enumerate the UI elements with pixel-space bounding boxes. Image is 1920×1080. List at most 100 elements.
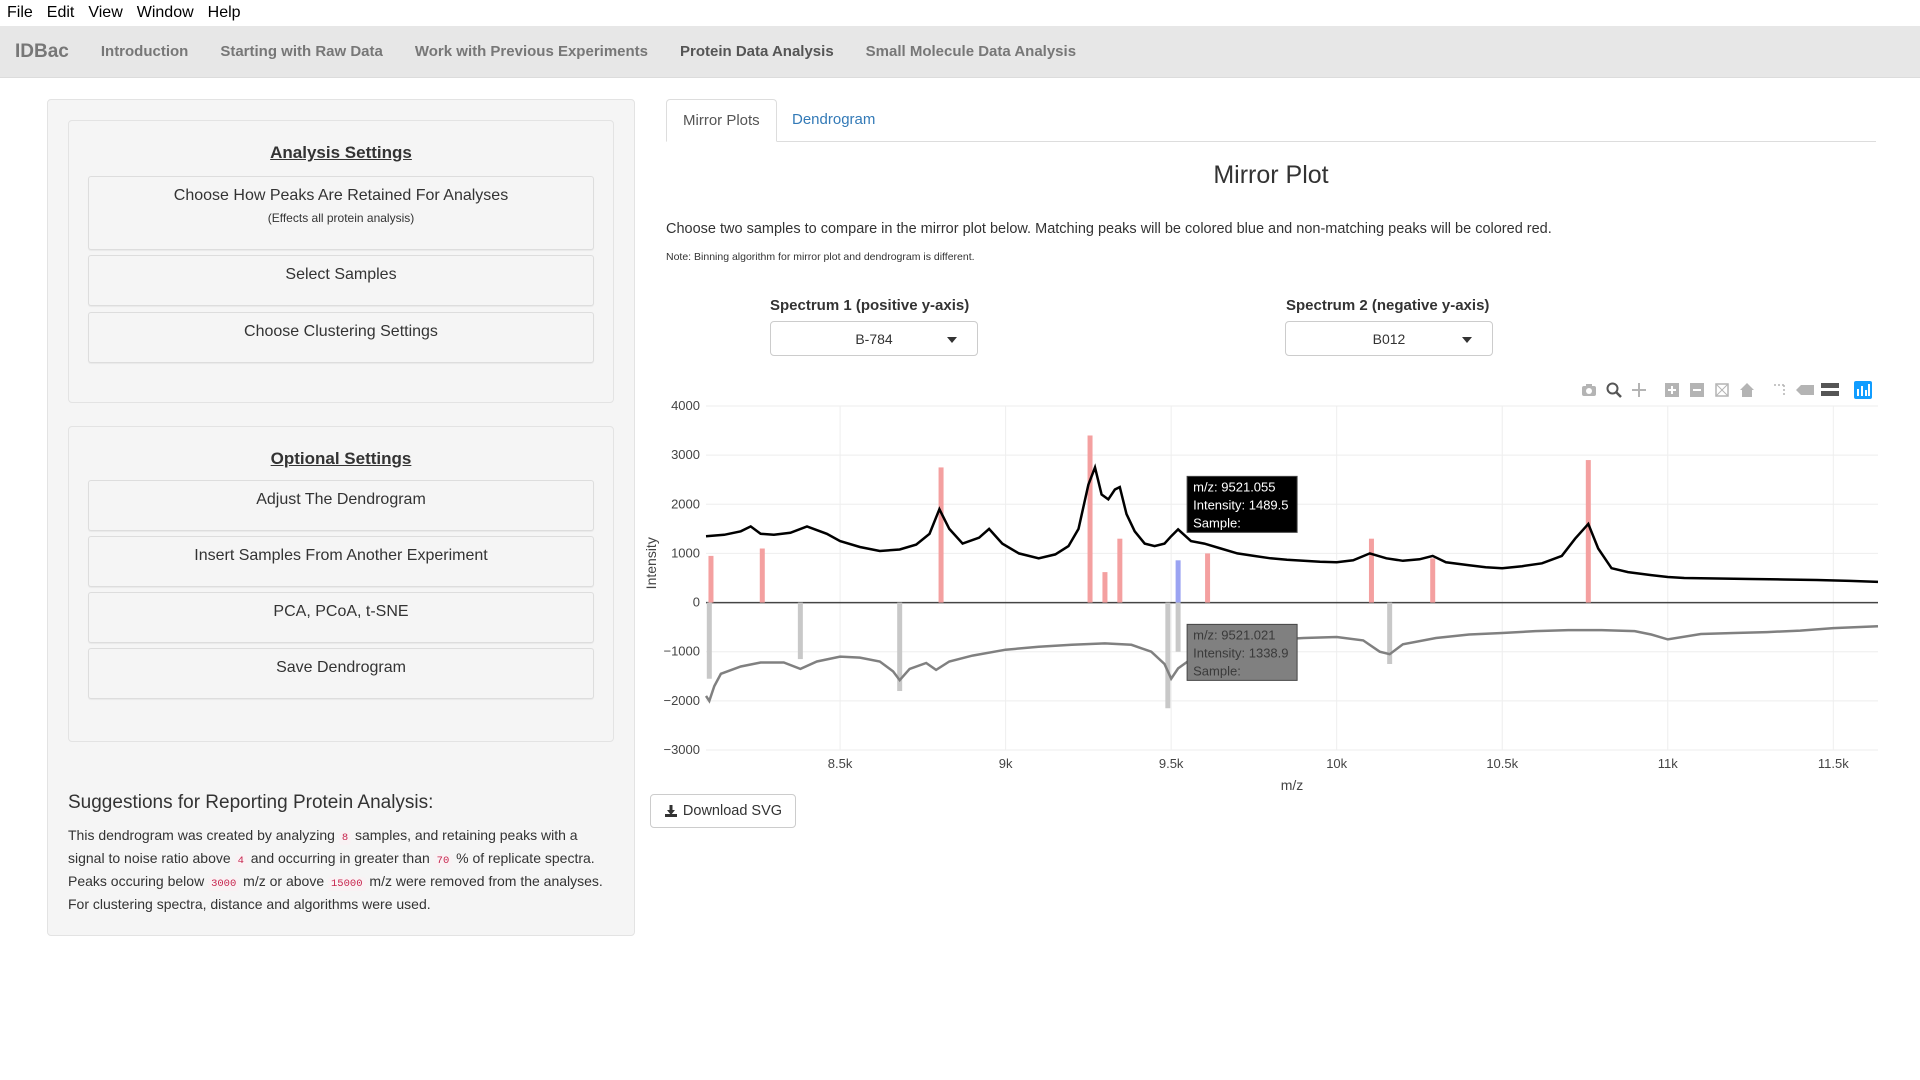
hover-label-positive-text: Intensity: 1489.5 — [1193, 497, 1288, 512]
suggestion-fragment: m/z or above — [239, 873, 328, 889]
menu-edit[interactable]: Edit — [47, 4, 75, 22]
negative-peak-bar — [797, 602, 803, 660]
hover-label-negative: m/z: 9521.021 Intensity: 1338.9 Sample: — [1186, 623, 1298, 681]
download-svg-button[interactable]: Download SVG — [650, 794, 796, 828]
nav-small-molecule-analysis[interactable]: Small Molecule Data Analysis — [850, 43, 1092, 60]
analysis-settings-box: Analysis Settings Choose How Peaks Are R… — [68, 120, 614, 403]
unmatched-peak-bar — [938, 467, 944, 603]
x-tick-label: 9.5k — [1159, 756, 1184, 771]
unmatched-peak-bar — [1102, 572, 1108, 603]
unmatched-peak-bar — [1368, 538, 1374, 603]
plot-tabs: Mirror Plots Dendrogram — [666, 99, 1876, 142]
menu-view[interactable]: View — [88, 4, 122, 22]
clustering-settings-label: Choose Clustering Settings — [244, 323, 438, 340]
suggestion-fragment: This dendrogram was created by analyzing — [68, 827, 339, 843]
brand-logo[interactable]: IDBac — [15, 41, 69, 63]
y-tick-label: 0 — [693, 595, 700, 610]
nav-protein-analysis[interactable]: Protein Data Analysis — [664, 43, 850, 60]
chevron-down-icon — [947, 337, 957, 343]
download-svg-label: Download SVG — [682, 803, 783, 819]
pca-pcoa-tsne-button[interactable]: PCA, PCoA, t-SNE — [88, 592, 594, 643]
insert-samples-label: Insert Samples From Another Experiment — [194, 547, 488, 564]
spectrum1-value: B-784 — [855, 330, 893, 347]
hover-label-negative-text: m/z: 9521.021 — [1193, 627, 1275, 642]
save-dendrogram-label: Save Dendrogram — [276, 659, 406, 676]
chevron-down-icon — [1462, 337, 1472, 343]
menu-bar: File Edit View Window Help — [0, 0, 1920, 26]
spectrum2-select[interactable]: B012 — [1285, 321, 1493, 356]
unmatched-peak-bar — [1117, 538, 1123, 603]
hover-label-negative-text: Intensity: 1338.9 — [1193, 645, 1288, 660]
y-tick-label: −3000 — [663, 742, 700, 757]
negative-peak-bar — [706, 602, 712, 679]
adjust-dendrogram-button[interactable]: Adjust The Dendrogram — [88, 480, 594, 531]
hover-label-negative-text: Sample: — [1193, 663, 1241, 678]
unmatched-peak-bar — [708, 555, 714, 603]
menu-file[interactable]: File — [7, 4, 33, 22]
x-tick-label: 8.5k — [828, 756, 853, 771]
mirror-plot-description: Choose two samples to compare in the mir… — [666, 221, 1552, 237]
select-samples-label: Select Samples — [285, 266, 397, 283]
nav-previous-experiments[interactable]: Work with Previous Experiments — [399, 43, 664, 60]
x-tick-label: 11.5k — [1818, 756, 1849, 771]
y-tick-label: −1000 — [663, 644, 700, 659]
optional-settings-title: Optional Settings — [270, 449, 412, 468]
unmatched-peak-bar — [1087, 435, 1093, 603]
tab-mirror-plots[interactable]: Mirror Plots — [666, 99, 777, 142]
tab-dendrogram[interactable]: Dendrogram — [776, 99, 891, 142]
sample-count-value: 8 — [338, 831, 352, 845]
clustering-settings-button[interactable]: Choose Clustering Settings — [88, 312, 594, 363]
unmatched-peak-bar — [1430, 558, 1436, 603]
spectrum1-select[interactable]: B-784 — [770, 321, 978, 356]
download-icon — [664, 805, 677, 817]
replicate-percent-value: 70 — [433, 854, 453, 868]
nav-introduction[interactable]: Introduction — [85, 43, 204, 60]
suggestions-text: This dendrogram was created by analyzing… — [68, 825, 618, 914]
x-tick-label: 10k — [1326, 756, 1347, 771]
menu-help[interactable]: Help — [208, 4, 241, 22]
negative-peak-bar — [1165, 602, 1171, 709]
x-tick-label: 10.5k — [1486, 756, 1518, 771]
x-tick-label: 11k — [1658, 756, 1678, 771]
hover-label-positive: m/z: 9521.055 Intensity: 1489.5 Sample: — [1186, 475, 1298, 533]
spectrum2-value: B012 — [1372, 330, 1406, 347]
settings-sidebar: Analysis Settings Choose How Peaks Are R… — [47, 99, 635, 936]
select-samples-button[interactable]: Select Samples — [88, 255, 594, 306]
pca-pcoa-tsne-label: PCA, PCoA, t-SNE — [273, 603, 409, 620]
adjust-dendrogram-label: Adjust The Dendrogram — [256, 491, 426, 508]
page-title: Mirror Plot — [1213, 161, 1329, 189]
spectrum2-label: Spectrum 2 (negative y-axis) — [1286, 297, 1490, 314]
matched-peak-bar — [1175, 560, 1181, 603]
save-dendrogram-button[interactable]: Save Dendrogram — [88, 648, 594, 699]
y-tick-label: 2000 — [671, 496, 700, 511]
upper-mz-value: 15000 — [328, 877, 366, 891]
hover-label-positive-text: m/z: 9521.055 — [1193, 479, 1275, 494]
y-tick-label: −2000 — [663, 693, 700, 708]
menu-window[interactable]: Window — [137, 4, 194, 22]
peak-retention-button[interactable]: Choose How Peaks Are Retained For Analys… — [88, 176, 594, 250]
x-axis-title: m/z — [1281, 777, 1304, 793]
nav-starting-raw-data[interactable]: Starting with Raw Data — [204, 43, 399, 60]
suggestion-fragment: algorithms were used. — [293, 896, 431, 912]
suggestion-fragment: and occurring in greater than — [246, 850, 434, 866]
suggestions-title: Suggestions for Reporting Protein Analys… — [68, 792, 434, 813]
analysis-settings-title: Analysis Settings — [270, 143, 412, 162]
y-tick-label: 1000 — [671, 545, 700, 560]
optional-settings-box: Optional Settings Adjust The Dendrogram … — [68, 426, 614, 742]
unmatched-peak-bar — [759, 548, 765, 603]
snr-value: 4 — [234, 854, 247, 868]
unmatched-peak-bar — [1205, 553, 1211, 603]
y-tick-label: 4000 — [671, 398, 700, 413]
x-tick-label: 9k — [999, 756, 1013, 771]
peak-retention-label: Choose How Peaks Are Retained For Analys… — [173, 187, 509, 204]
peak-retention-sublabel: (Effects all protein analysis) — [267, 211, 415, 225]
insert-samples-button[interactable]: Insert Samples From Another Experiment — [88, 536, 594, 587]
y-axis-title: Intensity — [646, 537, 659, 589]
mirror-plot-chart[interactable]: 4000 3000 2000 1000 0 −1000 −2000 −3000 8.5k 9k 9.… — [646, 392, 1886, 802]
lower-mz-value: 3000 — [208, 877, 240, 891]
suggestion-fragment: distance and — [210, 896, 294, 912]
hover-label-positive-text: Sample: — [1193, 515, 1241, 530]
negative-peak-bar — [1175, 602, 1181, 652]
top-navbar: IDBac Introduction Starting with Raw Dat… — [0, 26, 1920, 78]
binning-note: Note: Binning algorithm for mirror plot … — [666, 251, 975, 263]
